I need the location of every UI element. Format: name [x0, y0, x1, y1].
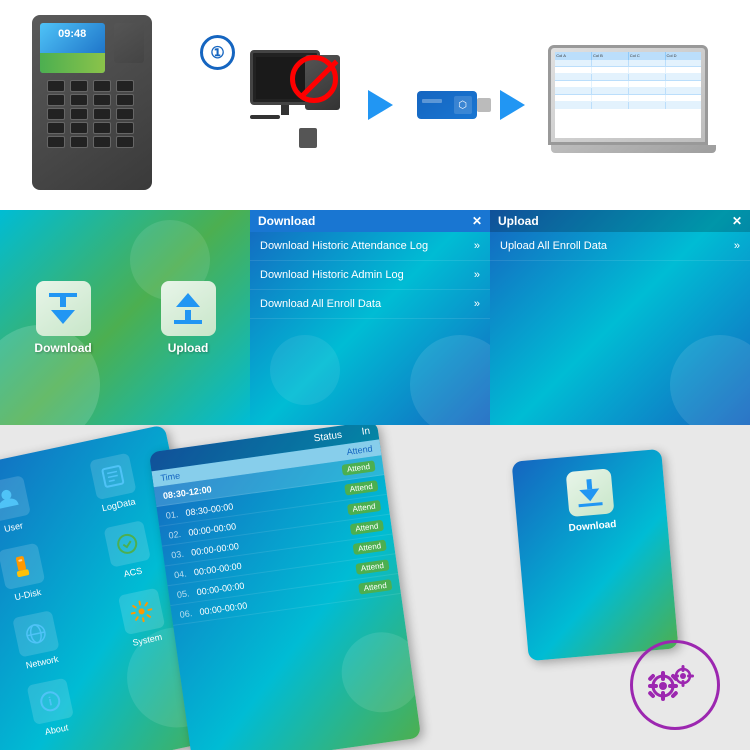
download-enroll-item[interactable]: Download All Enroll Data »: [250, 290, 490, 319]
user-label: User: [3, 520, 24, 534]
top-section: 09:48 ①: [0, 0, 750, 210]
download-menu-panel: Download ✕ Download Historic Attendance …: [250, 210, 490, 425]
download-attendance-chevron: »: [474, 240, 480, 252]
download-admin-chevron: »: [474, 269, 480, 281]
download-admin-label: Download Historic Admin Log: [260, 269, 404, 281]
upload-label: Upload: [168, 341, 209, 355]
gear-circle: [630, 640, 720, 730]
upload-menu-header: Upload ✕: [490, 210, 750, 232]
download-card: Download: [512, 449, 679, 661]
acs-label: ACS: [123, 565, 143, 579]
system-label: System: [132, 632, 163, 648]
download-attendance-label: Download Historic Attendance Log: [260, 240, 428, 252]
laptop: Col A Col B Col C Col D: [548, 45, 718, 165]
download-admin-item[interactable]: Download Historic Admin Log »: [250, 261, 490, 290]
upload-icon-box: [161, 281, 216, 336]
logdata-icon-box: [89, 453, 136, 500]
upload-close-button[interactable]: ✕: [732, 214, 742, 228]
download-menu-title: Download: [258, 214, 315, 228]
usb-drive: ⬡: [417, 91, 477, 119]
download-enroll-label: Download All Enroll Data: [260, 298, 381, 310]
row-num-2: 02.: [168, 527, 189, 540]
udisk-label: U-Disk: [14, 587, 42, 602]
row-num-1: 01.: [165, 508, 186, 521]
download-icon-box: [36, 281, 91, 336]
du-panel: Download Upload: [0, 210, 250, 425]
download-label: Download: [34, 341, 91, 355]
upload-menu-title: Upload: [498, 214, 539, 228]
arrow-2: [500, 90, 525, 120]
row-num-3: 03.: [171, 547, 192, 560]
download-container[interactable]: Download: [34, 281, 91, 355]
upload-menu-panel: Upload ✕ Upload All Enroll Data »: [490, 210, 750, 425]
logdata-label: LogData: [101, 496, 136, 513]
in-header-label: In: [361, 426, 371, 438]
acs-icon-box: [103, 520, 150, 567]
upload-enroll-chevron: »: [734, 240, 740, 252]
menu-network-item[interactable]: Network: [0, 605, 88, 677]
network-icon-box: [12, 610, 59, 657]
user-icon-box: [0, 475, 31, 522]
cards-container: User LogData: [0, 425, 750, 750]
keypad: [47, 80, 137, 148]
menu-user-item[interactable]: User: [0, 470, 60, 542]
about-icon-box: i: [27, 678, 74, 725]
attend-badge-1: Attend: [344, 480, 378, 496]
device-time: 09:48: [40, 23, 105, 40]
gear-svg-icon: [648, 658, 703, 713]
about-label: About: [44, 722, 69, 737]
download-enroll-chevron: »: [474, 298, 480, 310]
gear-icon-container[interactable]: [630, 640, 720, 730]
network-label: Network: [25, 654, 59, 671]
bottom-section: User LogData: [0, 425, 750, 750]
fingerprint-sensor: [114, 23, 144, 63]
menu-about-item[interactable]: i About: [1, 672, 103, 744]
svg-text:i: i: [47, 694, 53, 708]
middle-section: Download Upload Download ✕ Download Hist…: [0, 210, 750, 425]
attend-badge-6: Attend: [358, 579, 392, 595]
menu-udisk-item[interactable]: U-Disk: [0, 537, 74, 609]
download-attendance-item[interactable]: Download Historic Attendance Log »: [250, 232, 490, 261]
attend-badge-4: Attend: [352, 540, 386, 556]
system-icon-box: [118, 588, 165, 635]
row-num-4: 04.: [173, 567, 194, 580]
attend-badge-3: Attend: [350, 520, 384, 536]
row-num-6: 06.: [179, 607, 200, 620]
upload-container[interactable]: Upload: [161, 281, 216, 355]
upload-arrow-icon: [174, 293, 202, 324]
upload-enroll-item[interactable]: Upload All Enroll Data »: [490, 232, 750, 261]
status-card: Status In Time Attend 08:30-12:00 Attend…: [149, 425, 421, 750]
udisk-icon-box: [0, 543, 46, 590]
row-num-5: 05.: [176, 587, 197, 600]
device-image: 09:48: [32, 15, 162, 195]
attend-subheader: Attend: [346, 443, 373, 457]
status-header-label: Status: [313, 430, 343, 445]
download-arrow-icon: [49, 293, 77, 324]
no-sign-icon: [290, 55, 340, 105]
upload-enroll-label: Upload All Enroll Data: [500, 240, 607, 252]
download-close-button[interactable]: ✕: [472, 214, 482, 228]
arrow-1: [368, 90, 393, 120]
download-card-label: Download: [568, 519, 617, 534]
download-menu-header: Download ✕: [250, 210, 490, 232]
time-subheader: Time: [160, 470, 181, 483]
pc-blocked: [225, 50, 345, 160]
attend-badge-0: Attend: [341, 460, 375, 476]
attend-badge-5: Attend: [355, 559, 389, 575]
attend-badge-2: Attend: [347, 500, 381, 516]
